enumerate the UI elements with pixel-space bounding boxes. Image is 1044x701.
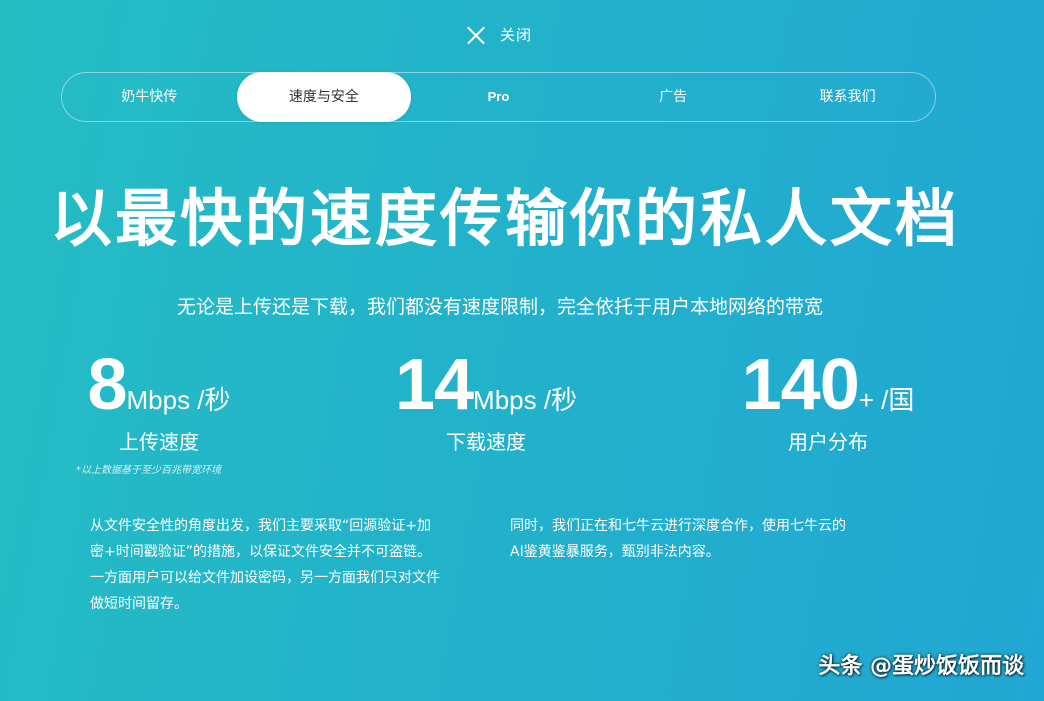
stat-download: 14Mbps /秒 下载速度 [380,348,592,455]
tab-pro[interactable]: Pro [411,72,586,122]
tab-bar: 奶牛快传 速度与安全 Pro 广告 联系我们 [61,71,936,122]
tab-speed-security[interactable]: 速度与安全 [236,71,412,122]
partnership-paragraph: 同时，我们正在和七牛云进行深度合作，使用七牛云的 AI鉴黄鉴暴服务，甄别非法内容… [510,518,846,560]
stat-users-label: 用户分布 [788,430,868,454]
stat-upload: 8Mbps /秒 上传速度 [74,348,244,455]
stat-users: 140+ /国 用户分布 [730,348,926,455]
stat-upload-unit: Mbps /秒 [126,385,231,415]
close-button[interactable]: 关闭 [466,24,532,45]
page-headline: 以最快的速度传输你的私人文档 [49,182,960,255]
stat-download-value: 14 [394,345,474,425]
tab-ads[interactable]: 广告 [586,72,761,122]
page-subline: 无论是上传还是下载，我们都没有速度限制，完全依托于用户本地网络的带宽 [176,296,823,318]
stat-download-unit: Mbps /秒 [473,385,578,415]
stat-upload-value-row: 8Mbps /秒 [74,348,244,422]
close-label: 关闭 [500,26,533,44]
tab-contact-us[interactable]: 联系我们 [760,72,935,122]
stat-download-label: 下载速度 [446,430,526,454]
security-paragraph: 从文件安全性的角度出发，我们主要采取“回源验证+加 密+时间戳验证”的措施，以保… [90,518,440,612]
tab-nainiu-kuaichuan[interactable]: 奶牛快传 [62,72,237,122]
stats-footnote: *以上数据基于至少百兆带宽环境 [76,465,221,476]
stat-upload-value: 8 [87,345,127,425]
stat-users-unit: + /国 [858,385,915,415]
stat-upload-label: 上传速度 [119,430,199,454]
stat-users-value: 140 [741,345,860,425]
stat-download-value-row: 14Mbps /秒 [380,348,592,422]
watermark: 头条 @蛋炒饭饭而谈 [818,654,1024,679]
close-icon[interactable] [466,25,486,45]
stat-users-value-row: 140+ /国 [730,348,926,422]
